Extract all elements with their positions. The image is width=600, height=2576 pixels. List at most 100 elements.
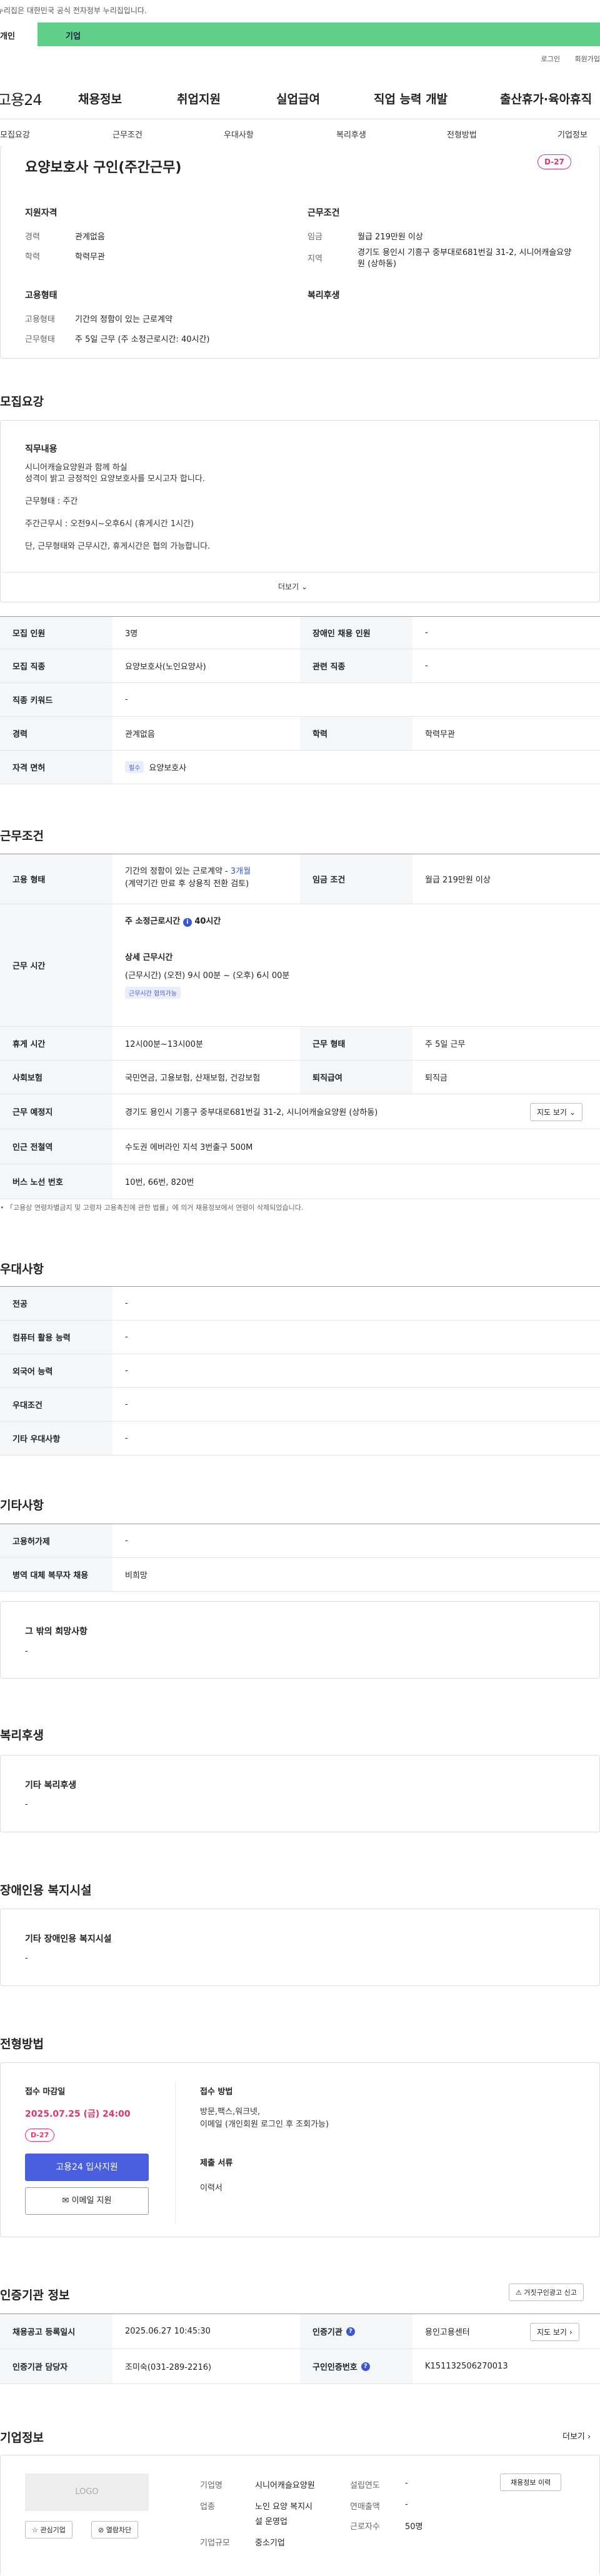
more-label: 더보기 — [278, 582, 299, 591]
welfare-card — [0, 1755, 600, 1832]
user-type-bar: 개인 기업 — [0, 22, 600, 46]
duty-more-button[interactable]: 더보기 ⌄ — [278, 581, 308, 592]
join-link[interactable]: 회원가입 — [575, 55, 600, 63]
info-icon[interactable]: ? — [346, 2327, 355, 2336]
table-row: 고용허가제 - — [0, 1524, 600, 1558]
tab-process[interactable]: 전형방법 — [447, 128, 477, 140]
chevron-down-icon: ⌄ — [301, 582, 308, 591]
table-header: 컴퓨터 활용 능력 — [0, 1320, 112, 1354]
tab-condition[interactable]: 근무조건 — [112, 128, 142, 140]
table-header: 경력 — [0, 717, 112, 750]
table-cell: K151132506270013 — [425, 2362, 508, 2371]
table-cell: - — [125, 1400, 128, 1409]
map-button[interactable]: 지도 보기 ⌄ — [530, 1103, 582, 1121]
table-header: 퇴직급여 — [300, 1061, 412, 1094]
duty-line: 시니어캐슬요양원과 함께 하실 — [25, 463, 128, 472]
table-cell: 12시00분~13시00분 — [125, 1040, 203, 1049]
table-header: 모집 인원 — [0, 617, 112, 649]
table-cell: - — [425, 661, 428, 671]
method-heading: 접수 방법 — [200, 2087, 233, 2097]
employees-label: 근로자수 — [350, 2522, 380, 2532]
table-cell: - — [425, 628, 428, 637]
region-label: 지역 — [308, 254, 322, 264]
block-label: 열람차단 — [106, 2526, 132, 2534]
table-row: 휴게 시간 12시00분~13시00분 근무 형태 주 5일 근무 — [0, 1027, 600, 1061]
nav-job-info[interactable]: 채용정보 — [78, 90, 122, 107]
table-row: 채용공고 등록일시 2025.06.27 10:45:30 인증기관? 용인고용… — [0, 2314, 600, 2349]
recruit-heading: 모집요강 — [0, 395, 44, 409]
nav-vocational-training[interactable]: 직업 능력 개발 — [374, 90, 448, 107]
tab-personal[interactable]: 개인 — [0, 22, 38, 46]
table-header: 인증기관 담당자 — [0, 2349, 112, 2384]
job-title: 요양보호사 구인(주간근무) — [25, 160, 182, 176]
report-fake-ad-button[interactable]: ⚠ 거짓구인광고 신고 — [509, 2284, 584, 2301]
company-more-link[interactable]: 더보기 › — [562, 2430, 591, 2442]
table-row: 모집 인원 3명 장애인 채용 인원 - — [0, 617, 600, 649]
dday-badge: D-27 — [538, 154, 571, 169]
table-header: 우대조건 — [0, 1388, 112, 1421]
job-history-button[interactable]: 채용정보 이력 — [500, 2474, 562, 2491]
table-row: 우대조건 - — [0, 1388, 600, 1422]
cert-num-label: 구인인증번호 — [312, 2363, 358, 2372]
nav-parental-leave[interactable]: 출산휴가·육아휴직 — [500, 90, 592, 107]
email-apply-label: 이메일 지원 — [71, 2196, 112, 2205]
map-label: 지도 보기 — [537, 1108, 567, 1117]
table-header: 병역 대체 복무자 채용 — [0, 1558, 112, 1591]
report-icon: ⚠ — [516, 2289, 522, 2297]
table-cell: 월급 219만원 이상 — [425, 876, 491, 885]
deadline-heading: 접수 마감일 — [25, 2087, 66, 2097]
table-cell: - — [125, 1434, 128, 1443]
apply-button[interactable]: 고용24 입사지원 — [25, 2154, 149, 2181]
footnote-text: 「고용상 연령차별금지 및 고령자 고용촉진에 관한 법률」에 의거 채용정보에… — [6, 1204, 304, 1212]
table-row: 인증기관 담당자 조미숙(031-289-2216) 구인인증번호? K1511… — [0, 2349, 600, 2384]
favorite-company-button[interactable]: ☆ 관심기업 — [25, 2521, 72, 2539]
table-header: 근무 형태 — [300, 1027, 412, 1060]
required-chip: 필수 — [125, 761, 144, 773]
tab-preference[interactable]: 우대사항 — [224, 128, 254, 140]
welfare-box-value: - — [25, 1800, 28, 1809]
dday-badge: D-27 — [25, 2129, 55, 2142]
table-header: 기타 우대사항 — [0, 1422, 112, 1455]
table-header: 고용 형태 — [0, 854, 112, 904]
other-wish-value: - — [25, 1647, 28, 1656]
table-row: 직종 키워드 - — [0, 683, 600, 717]
tab-company[interactable]: 기업정보 — [558, 128, 588, 140]
emptype-label: 고용형태 — [25, 315, 55, 324]
preference-heading: 우대사항 — [0, 1262, 44, 1276]
table-cell: 용인고용센터 — [425, 2328, 470, 2337]
table-header: 근무 예정지 — [0, 1094, 112, 1129]
tab-recruit[interactable]: 모집요강 — [0, 128, 30, 140]
table-cell: - — [125, 695, 128, 704]
preference-table: 전공 - 컴퓨터 활용 능력 - 외국어 능력 - 우대조건 - 기타 우대사항 - — [0, 1286, 600, 1455]
duty-line: 단, 근무형태와 근무시간, 휴게시간은 협의 가능합니다. — [25, 542, 211, 551]
table-row: 근무 예정지 경기도 용인시 기흥구 중부대로681번길 31-2, 시니어캐슬… — [0, 1094, 600, 1129]
tab-welfare[interactable]: 복리후생 — [336, 128, 366, 140]
table-header: 임금 조건 — [300, 854, 412, 904]
est-year-value: - — [405, 2479, 408, 2488]
favorite-label: 관심기업 — [40, 2526, 66, 2534]
nav-unemployment-benefit[interactable]: 실업급여 — [276, 90, 320, 107]
employees-value: 50명 — [405, 2522, 423, 2532]
block-company-button[interactable]: ⊘ 열람차단 — [91, 2521, 139, 2539]
info-icon[interactable]: i — [182, 918, 192, 927]
qualification-heading: 지원자격 — [25, 208, 58, 218]
tab-company[interactable]: 기업 — [38, 22, 600, 46]
info-icon[interactable]: ? — [361, 2362, 370, 2371]
site-logo[interactable]: 고용24 — [0, 87, 42, 109]
table-header: 인근 전철역 — [0, 1129, 112, 1164]
edu-label: 학력 — [25, 252, 40, 262]
login-link[interactable]: 로그인 — [541, 55, 560, 63]
table-header: 외국어 능력 — [0, 1354, 112, 1387]
email-apply-button[interactable]: ✉ 이메일 지원 — [25, 2187, 149, 2215]
nav-employment-support[interactable]: 취업지원 — [177, 90, 221, 107]
wage-label: 임금 — [308, 232, 322, 242]
wage-value: 월급 219만원 이상 — [358, 232, 423, 242]
table-cell: 필수 요양보호사 — [112, 751, 600, 784]
table-header: 인증기관? — [300, 2314, 412, 2349]
table-cell: - — [125, 1299, 128, 1308]
map-button[interactable]: 지도 보기 › — [530, 2323, 579, 2341]
career-label: 경력 — [25, 232, 40, 242]
license-value: 요양보호사 — [149, 764, 187, 773]
condition-table: 고용 형태 기간의 정함이 있는 근로계약 - 3개월 (계약기간 만료 후 상… — [0, 854, 600, 1199]
emptype-value: 기간의 정함이 있는 근로계약 — [75, 315, 172, 324]
